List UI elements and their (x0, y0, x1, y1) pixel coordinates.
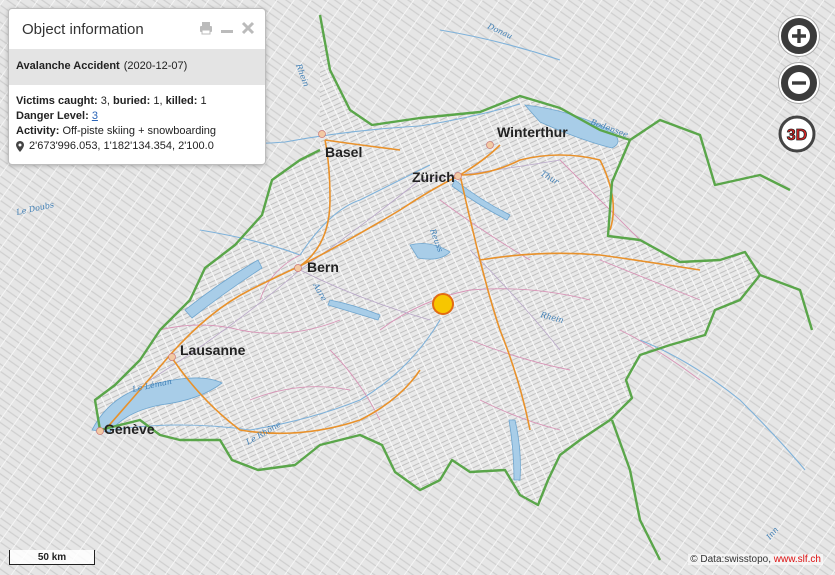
attribution-text: © Data:swisstopo, (690, 554, 771, 565)
activity-value: Off-piste skiing + snowboarding (62, 125, 217, 137)
minimize-icon[interactable] (220, 21, 234, 35)
slf-link[interactable]: www.slf.ch (774, 554, 821, 565)
svg-text:Bern: Bern (307, 259, 339, 275)
victims-line: Victims caught: 3, buried: 1, killed: 1 (16, 95, 207, 107)
panel-header: Object information (9, 9, 265, 49)
print-icon[interactable] (199, 21, 213, 35)
view-3d-label: 3D (787, 127, 807, 144)
coordinates-value: 2'673'996.053, 1'182'134.354, 2'100.0 (29, 140, 214, 152)
zoom-out-button[interactable] (779, 63, 819, 103)
accident-date: (2020-12-07) (123, 60, 188, 72)
danger-level-link[interactable]: 3 (92, 110, 98, 122)
svg-text:Winterthur: Winterthur (497, 124, 568, 140)
location-pin-icon (16, 140, 24, 152)
svg-text:Lausanne: Lausanne (180, 342, 246, 358)
svg-text:Basel: Basel (325, 144, 362, 160)
panel-tools (199, 21, 255, 35)
plus-icon (788, 25, 810, 47)
city-geneve: Genève (96, 421, 155, 437)
city-zurich: Zürich (412, 169, 462, 185)
accident-header: Avalanche Accident (2020-12-07) (9, 49, 265, 85)
attribution: © Data:swisstopo, www.slf.ch (688, 554, 823, 565)
panel-title: Object information (22, 21, 144, 38)
activity-line: Activity: Off-piste skiing + snowboardin… (16, 124, 216, 139)
city-lausanne: Lausanne (168, 342, 246, 361)
view-3d-button[interactable]: 3D (778, 115, 816, 153)
scale-bar: 50 km (9, 550, 95, 565)
buried-value: 1 (153, 95, 160, 107)
object-info-panel: Object information Avalanche Accident (20… (8, 8, 266, 165)
killed-label: killed: (165, 95, 198, 107)
accident-details: Victims caught: 3, buried: 1, killed: 1 … (16, 94, 216, 139)
svg-text:Genève: Genève (104, 421, 155, 437)
victims-caught-value: 3 (100, 95, 107, 107)
svg-text:Zürich: Zürich (412, 169, 455, 185)
avalanche-marker[interactable] (432, 293, 454, 315)
scale-label: 50 km (37, 552, 67, 563)
activity-label: Activity: (16, 125, 60, 137)
danger-level-label: Danger Level: (16, 110, 89, 122)
danger-line: Danger Level: 3 (16, 109, 216, 124)
zoom-in-button[interactable] (779, 16, 819, 56)
coordinates-line: 2'673'996.053, 1'182'134.354, 2'100.0 (16, 140, 214, 152)
accident-title: Avalanche Accident (16, 60, 120, 72)
killed-value: 1 (200, 95, 207, 107)
buried-label: buried: (113, 95, 151, 107)
victims-caught-label: Victims caught: (16, 95, 98, 107)
minus-icon (788, 72, 810, 94)
close-icon[interactable] (241, 21, 255, 35)
